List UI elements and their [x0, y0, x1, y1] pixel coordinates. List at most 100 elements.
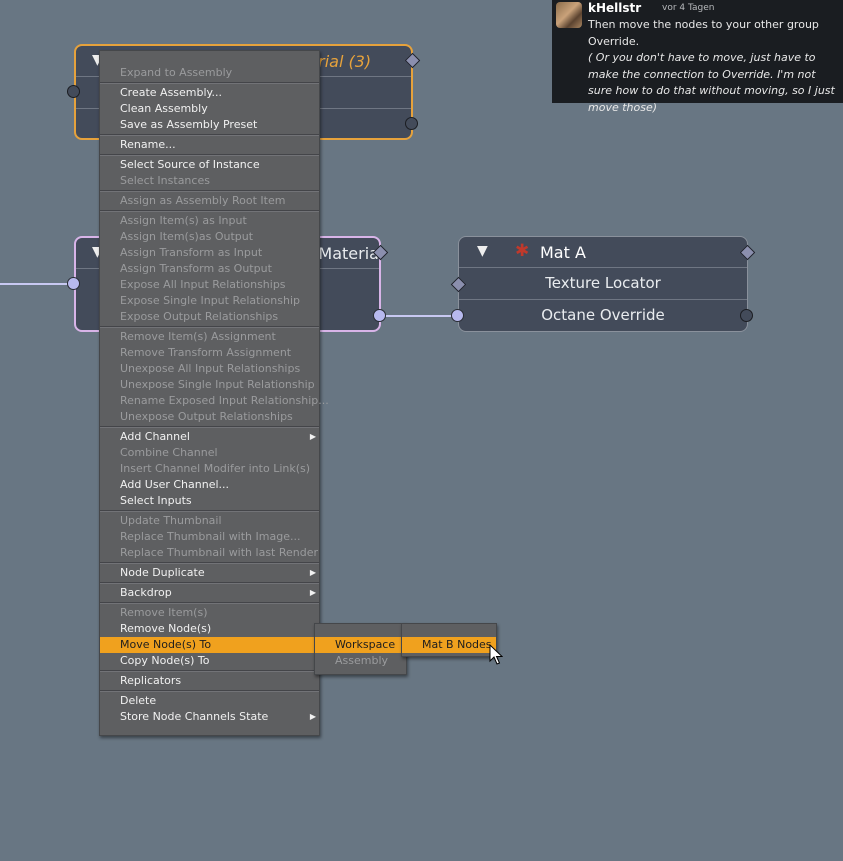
menu-item-assign-item-s-as-input: Assign Item(s) as Input	[100, 213, 319, 229]
menu-item-assign-transform-as-input: Assign Transform as Input	[100, 245, 319, 261]
menu-divider	[100, 134, 319, 136]
menu-item-select-source-of-instance[interactable]: Select Source of Instance	[100, 157, 319, 173]
menu-item-label: Backdrop	[120, 586, 172, 599]
menu-item-unexpose-single-input-relationship: Unexpose Single Input Relationship	[100, 377, 319, 393]
mat-a-override-output-port[interactable]	[740, 309, 753, 322]
menu-item-label: Expand to Assembly	[120, 66, 233, 79]
override-wire	[380, 315, 458, 317]
menu-item-label: Assign Transform as Output	[120, 262, 272, 275]
mat-a-header[interactable]: ▼ ✱ Mat A	[459, 237, 747, 268]
menu-item-label: Unexpose Single Input Relationship	[120, 378, 315, 391]
menu-item-assign-as-assembly-root-item: Assign as Assembly Root Item	[100, 193, 319, 209]
menu-item-add-channel[interactable]: Add Channel ▶	[100, 429, 319, 445]
menu-item-insert-channel-modifer-into-link-s: Insert Channel Modifer into Link(s)	[100, 461, 319, 477]
menu-item-rename[interactable]: Rename...	[100, 137, 319, 153]
menu-item-backdrop[interactable]: Backdrop ▶	[100, 585, 319, 601]
menu-item-replace-thumbnail-with-last-render: Replace Thumbnail with last Render	[100, 545, 319, 561]
menu-item-remove-item-s-assignment: Remove Item(s) Assignment	[100, 329, 319, 345]
menu-item-expose-all-input-relationships: Expose All Input Relationships	[100, 277, 319, 293]
menu-item-node-duplicate[interactable]: Node Duplicate ▶	[100, 565, 319, 581]
menu-divider	[100, 210, 319, 212]
workspace-submenu[interactable]: Mat B Nodes	[401, 623, 497, 657]
menu-item-replace-thumbnail-with-image: Replace Thumbnail with Image...	[100, 529, 319, 545]
menu-item-label: Mat B Nodes	[422, 638, 492, 651]
menu-item-mat-b-nodes[interactable]: Mat B Nodes	[402, 637, 496, 653]
menu-item-assign-transform-as-output: Assign Transform as Output	[100, 261, 319, 277]
menu-item-unexpose-all-input-relationships: Unexpose All Input Relationships	[100, 361, 319, 377]
input-wire	[0, 283, 74, 285]
menu-item-move-node-s-to[interactable]: Move Node(s) To	[100, 637, 319, 653]
menu-item-copy-node-s-to[interactable]: Copy Node(s) To	[100, 653, 319, 669]
collapse-triangle-icon[interactable]: ▼	[477, 243, 488, 259]
menu-item-label: Assign Transform as Input	[120, 246, 263, 259]
menu-item-label: Select Inputs	[120, 494, 192, 507]
menu-item-label: Combine Channel	[120, 446, 218, 459]
menu-item-replicators[interactable]: Replicators	[100, 673, 319, 689]
menu-item-label: Remove Item(s) Assignment	[120, 330, 276, 343]
menu-item-assembly: Assembly	[315, 653, 406, 669]
universal-input-port[interactable]	[67, 277, 80, 290]
mouse-cursor-icon	[489, 644, 503, 665]
chat-line-2: ( Or you don't have to move, just have t…	[588, 51, 835, 114]
assembly-albedo-input-port[interactable]	[67, 85, 80, 98]
mat-a-node[interactable]: ▼ ✱ Mat A Texture Locator Octane Overrid…	[458, 236, 748, 332]
menu-item-expose-single-input-relationship: Expose Single Input Relationship	[100, 293, 319, 309]
mat-a-title: Mat A	[540, 243, 586, 262]
node-context-menu[interactable]: Expand to Assembly Create Assembly... Clea…	[99, 50, 329, 736]
submenu-arrow-icon: ▶	[309, 588, 316, 597]
menu-item-label: Add Channel	[120, 430, 190, 443]
menu-item-assign-item-s-as-output: Assign Item(s)as Output	[100, 229, 319, 245]
menu-item-label: Assign Item(s)as Output	[120, 230, 254, 243]
menu-item-create-assembly[interactable]: Create Assembly...	[100, 85, 319, 101]
submenu-arrow-icon: ▶	[309, 712, 316, 721]
menu-item-select-instances: Select Instances	[100, 173, 319, 189]
menu-item-delete[interactable]: Delete	[100, 693, 319, 709]
menu-item-combine-channel: Combine Channel	[100, 445, 319, 461]
menu-item-store-node-channels-state[interactable]: Store Node Channels State ▶	[100, 709, 319, 725]
menu-item-label: Rename Exposed Input Relationship...	[120, 394, 329, 407]
mat-a-override-input-port[interactable]	[451, 309, 464, 322]
chat-timestamp: vor 4 Tagen	[662, 3, 715, 13]
submenu-arrow-icon: ▶	[309, 568, 316, 577]
menu-item-label: Node Duplicate	[120, 566, 205, 579]
menu-divider	[100, 426, 319, 428]
menu-item-clean-assembly[interactable]: Clean Assembly	[100, 101, 319, 117]
mat-a-texture-locator-row: Texture Locator	[459, 268, 747, 300]
universal-output-port[interactable]	[373, 309, 386, 322]
menu-item-label: Unexpose All Input Relationships	[120, 362, 301, 375]
menu-divider	[100, 670, 319, 672]
chat-message: kHellstr vor 4 Tagen Then move the nodes…	[552, 0, 843, 114]
menu-item-label: Create Assembly...	[120, 86, 222, 99]
menu-item-label: Expose Single Input Relationship	[120, 294, 300, 307]
menu-divider	[100, 602, 319, 604]
move-nodes-submenu[interactable]: Workspace Assembly	[314, 623, 407, 675]
menu-item-remove-transform-assignment: Remove Transform Assignment	[100, 345, 319, 361]
chat-username[interactable]: kHellstr	[588, 1, 641, 15]
assembly-input-output-port[interactable]	[405, 117, 418, 130]
menu-item-label: Replace Thumbnail with last Render	[120, 546, 319, 559]
menu-item-label: Assign as Assembly Root Item	[120, 194, 286, 207]
menu-item-add-user-channel[interactable]: Add User Channel...	[100, 477, 319, 493]
menu-item-label: Select Source of Instance	[120, 158, 260, 171]
menu-item-label: Expose All Input Relationships	[120, 278, 286, 291]
menu-item-rename-exposed-input-relationship: Rename Exposed Input Relationship...	[100, 393, 329, 409]
menu-item-label: Workspace	[335, 638, 396, 651]
menu-item-workspace[interactable]: Workspace	[315, 637, 406, 653]
menu-item-save-as-assembly-preset[interactable]: Save as Assembly Preset	[100, 117, 319, 133]
menu-item-label: Remove Node(s)	[120, 622, 212, 635]
avatar[interactable]	[556, 2, 582, 28]
menu-item-label: Delete	[120, 694, 157, 707]
menu-item-label: Insert Channel Modifer into Link(s)	[120, 462, 311, 475]
menu-divider	[100, 562, 319, 564]
menu-item-label: Save as Assembly Preset	[120, 118, 258, 131]
menu-item-remove-node-s[interactable]: Remove Node(s)	[100, 621, 319, 637]
menu-divider	[100, 82, 319, 84]
menu-item-label: Store Node Channels State	[120, 710, 269, 723]
chat-text: Then move the nodes to your other group …	[588, 17, 840, 116]
menu-item-select-inputs[interactable]: Select Inputs	[100, 493, 319, 509]
menu-divider	[100, 190, 319, 192]
menu-item-label: Rename...	[120, 138, 176, 151]
menu-divider	[100, 326, 319, 328]
menu-item-label: Unexpose Output Relationships	[120, 410, 293, 423]
menu-item-label: Assign Item(s) as Input	[120, 214, 247, 227]
